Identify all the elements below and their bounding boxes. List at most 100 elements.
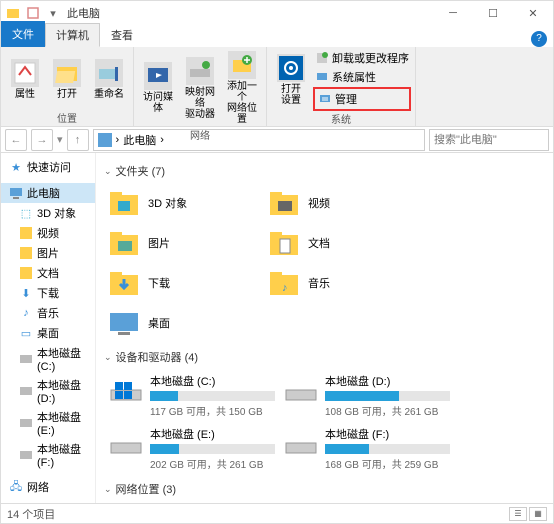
minimize-button[interactable]: ─: [433, 1, 473, 25]
open-settings-button[interactable]: 打开 设置: [271, 52, 311, 108]
drive-item[interactable]: 本地磁盘 (D:) 108 GB 可用，共 261 GB: [279, 369, 454, 422]
group-system-label: 系统: [271, 111, 411, 125]
qat-dropdown-icon[interactable]: ▾: [45, 5, 61, 21]
folder-icon: [108, 307, 140, 339]
chevron-down-icon: ⌄: [104, 352, 112, 363]
uninstall-programs-button[interactable]: 卸载或更改程序: [313, 49, 411, 67]
folder-videos[interactable]: 视频: [264, 183, 424, 223]
group-header-folders[interactable]: ⌄文件夹 (7): [104, 163, 545, 179]
folder-3d-objects[interactable]: 3D 对象: [104, 183, 264, 223]
folder-pictures[interactable]: 图片: [104, 223, 264, 263]
drive-icon: [283, 426, 319, 456]
nav-videos[interactable]: 视频: [1, 223, 95, 243]
nav-music[interactable]: ♪音乐: [1, 303, 95, 323]
tab-file[interactable]: 文件: [1, 21, 45, 47]
qat-properties-icon[interactable]: [25, 5, 41, 21]
properties-button[interactable]: 属性: [5, 57, 45, 102]
folder-icon: ♪: [268, 267, 300, 299]
help-button[interactable]: ?: [531, 31, 547, 47]
group-header-network[interactable]: ⌄网络位置 (3): [104, 481, 545, 497]
back-button[interactable]: ←: [5, 129, 27, 151]
ribbon-tabs: 文件 计算机 查看 ?: [1, 25, 553, 47]
title-bar: ▾ 此电脑 ─ ☐ ✕: [1, 1, 553, 25]
maximize-button[interactable]: ☐: [473, 1, 513, 25]
drive-item[interactable]: 本地磁盘 (F:) 168 GB 可用，共 259 GB: [279, 422, 454, 475]
details-view-button[interactable]: ☰: [509, 507, 527, 521]
nav-documents[interactable]: 文档: [1, 263, 95, 283]
svg-text:♪: ♪: [282, 282, 288, 294]
music-icon: ♪: [19, 306, 33, 320]
drive-item[interactable]: 本地磁盘 (C:) 117 GB 可用，共 150 GB: [104, 369, 279, 422]
nav-quick-access[interactable]: ★快速访问: [1, 157, 95, 177]
search-input[interactable]: [429, 129, 549, 151]
chevron-down-icon: ⌄: [104, 166, 112, 177]
desktop-icon: ▭: [19, 326, 33, 340]
ribbon: 属性 打开 重命名 位置 访问媒体: [1, 47, 553, 127]
cube-icon: ⬚: [19, 206, 33, 220]
folder-icon: [268, 227, 300, 259]
manage-icon: [318, 92, 332, 106]
uninstall-icon: [315, 51, 329, 65]
nav-downloads[interactable]: ⬇下载: [1, 283, 95, 303]
nav-drive-f[interactable]: 本地磁盘 (F:): [1, 439, 95, 471]
folder-icon: [108, 227, 140, 259]
add-network-location-button[interactable]: 添加一个 网络位置: [222, 49, 262, 127]
network-icon: 🖧: [9, 480, 23, 494]
nav-desktop[interactable]: ▭桌面: [1, 323, 95, 343]
address-bar: ← → ▾ ↑ › 此电脑 ›: [1, 127, 553, 153]
group-location-label: 位置: [5, 110, 129, 124]
item-count: 14 个项目: [7, 506, 55, 522]
drive-icon: [283, 373, 319, 403]
forward-button[interactable]: →: [31, 129, 53, 151]
nav-this-pc[interactable]: 此电脑: [1, 183, 95, 203]
close-button[interactable]: ✕: [513, 1, 553, 25]
folder-icon: [5, 5, 21, 21]
video-icon: [19, 226, 33, 240]
status-bar: 14 个项目 ☰ ▦: [1, 503, 553, 523]
manage-button[interactable]: 管理: [316, 90, 408, 108]
folder-downloads[interactable]: 下载: [104, 263, 264, 303]
picture-icon: [19, 246, 33, 260]
group-header-drives[interactable]: ⌄设备和驱动器 (4): [104, 349, 545, 365]
window-title: 此电脑: [67, 5, 100, 21]
content-pane[interactable]: ⌄文件夹 (7) 3D 对象 视频 图片 文档 下载 ♪音乐 桌面 ⌄设备和驱动…: [96, 153, 553, 503]
nav-drive-d[interactable]: 本地磁盘 (D:): [1, 375, 95, 407]
folder-icon: [108, 187, 140, 219]
drive-icon: [19, 384, 33, 398]
drive-icon: [108, 426, 144, 456]
star-icon: ★: [9, 160, 23, 174]
system-properties-button[interactable]: 系统属性: [313, 68, 411, 86]
nav-network[interactable]: 🖧网络: [1, 477, 95, 497]
icons-view-button[interactable]: ▦: [529, 507, 547, 521]
folder-icon: [108, 267, 140, 299]
folder-music[interactable]: ♪音乐: [264, 263, 424, 303]
nav-drive-e[interactable]: 本地磁盘 (E:): [1, 407, 95, 439]
map-network-drive-button[interactable]: 映射网络 驱动器: [180, 55, 220, 122]
breadcrumb[interactable]: › 此电脑 ›: [93, 129, 425, 151]
chevron-down-icon: ⌄: [104, 484, 112, 495]
navigation-pane[interactable]: ★快速访问 此电脑 ⬚3D 对象 视频 图片 文档 ⬇下载 ♪音乐 ▭桌面 本地…: [1, 153, 96, 503]
up-button[interactable]: ↑: [67, 129, 89, 151]
nav-pictures[interactable]: 图片: [1, 243, 95, 263]
access-media-button[interactable]: 访问媒体: [138, 60, 178, 116]
document-icon: [19, 266, 33, 280]
rename-button[interactable]: 重命名: [89, 57, 129, 102]
drive-item[interactable]: 本地磁盘 (E:) 202 GB 可用，共 261 GB: [104, 422, 279, 475]
nav-3d-objects[interactable]: ⬚3D 对象: [1, 203, 95, 223]
drive-icon: [108, 373, 144, 403]
tab-computer[interactable]: 计算机: [45, 23, 100, 47]
drive-icon: [19, 416, 33, 430]
folder-desktop[interactable]: 桌面: [104, 303, 264, 343]
recent-dropdown[interactable]: ▾: [57, 133, 63, 146]
pc-icon: [9, 186, 23, 200]
nav-drive-c[interactable]: 本地磁盘 (C:): [1, 343, 95, 375]
folder-documents[interactable]: 文档: [264, 223, 424, 263]
tab-view[interactable]: 查看: [100, 23, 144, 47]
sysprops-icon: [315, 70, 329, 84]
pc-icon: [98, 133, 112, 147]
open-button[interactable]: 打开: [47, 57, 87, 102]
drive-icon: [19, 448, 33, 462]
download-icon: ⬇: [19, 286, 33, 300]
folder-icon: [268, 187, 300, 219]
drive-icon: [19, 352, 33, 366]
